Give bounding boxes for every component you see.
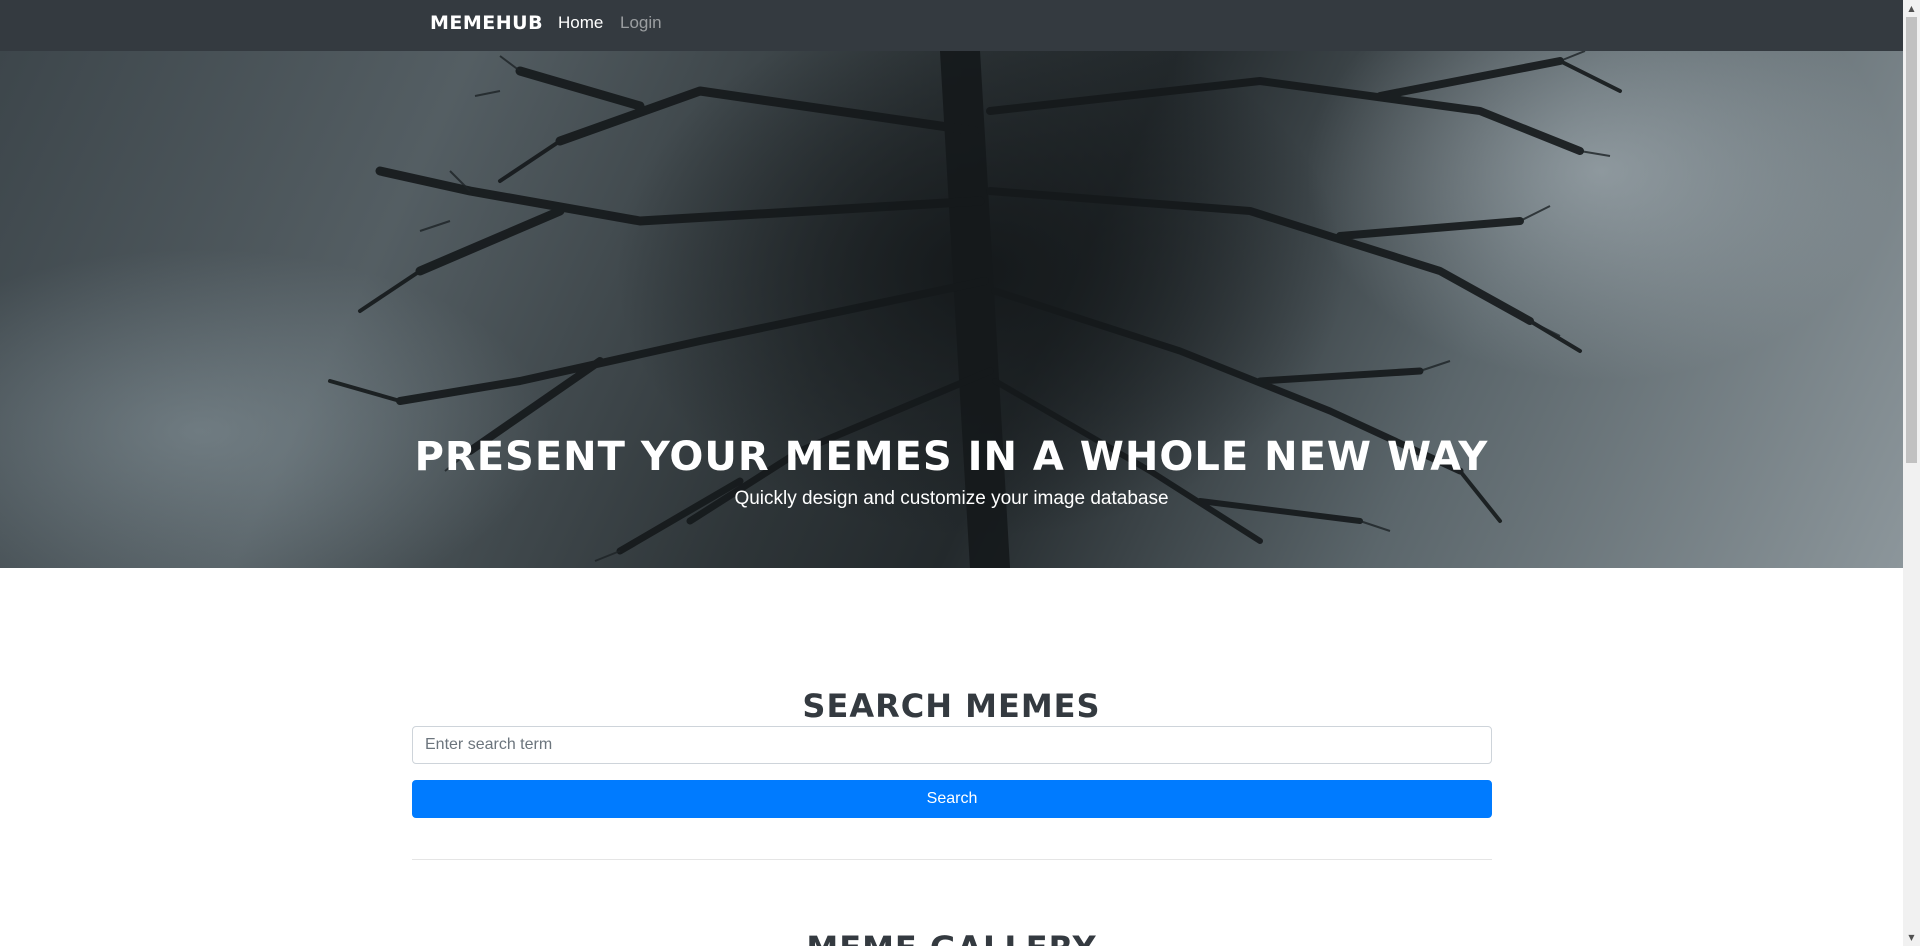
- section-divider: [412, 859, 1492, 860]
- scroll-down-arrow-icon[interactable]: ▼: [1903, 929, 1920, 946]
- search-heading: Search Memes: [802, 686, 1101, 725]
- top-navbar: MEMEHUB Home Login: [0, 0, 1903, 51]
- scroll-up-arrow-icon[interactable]: ▲: [1903, 0, 1920, 17]
- hero-subtitle: Quickly design and customize your image …: [734, 488, 1169, 509]
- search-button[interactable]: Search: [412, 780, 1492, 818]
- hero-title: Present your memes in a whole new way: [414, 433, 1489, 480]
- nav-link-login[interactable]: Login: [620, 13, 662, 33]
- vertical-scrollbar[interactable]: ▲ ▼: [1903, 0, 1920, 946]
- scrollbar-thumb[interactable]: [1906, 17, 1917, 463]
- search-input[interactable]: [412, 726, 1492, 764]
- gallery-heading: Meme Gallery: [0, 929, 1903, 946]
- page-viewport: MEMEHUB Home Login Present your memes in…: [0, 0, 1903, 946]
- hero-banner: Present your memes in a whole new way Qu…: [0, 51, 1903, 568]
- brand-logo-link[interactable]: MEMEHUB: [430, 12, 543, 34]
- nav-link-home[interactable]: Home: [558, 13, 603, 33]
